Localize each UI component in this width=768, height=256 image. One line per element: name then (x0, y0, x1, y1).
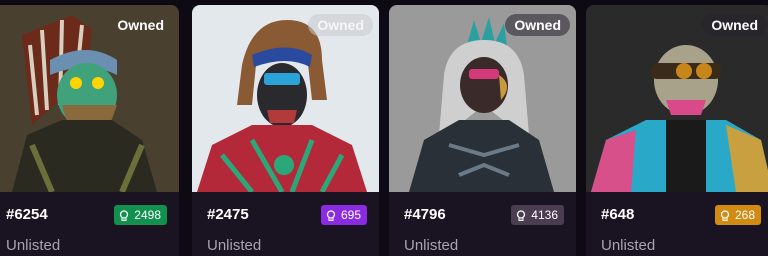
token-id: #4796 (404, 206, 446, 223)
listing-status: Unlisted (6, 237, 61, 254)
owned-badge: Owned (308, 14, 373, 36)
rank-badge: 268 (714, 205, 761, 225)
rank-value: 4136 (531, 208, 558, 222)
rank-value: 2498 (134, 208, 161, 222)
token-id: #6254 (6, 206, 48, 223)
rank-badge: 2498 (114, 205, 167, 225)
listing-status: Unlisted (207, 237, 262, 254)
medal-icon (120, 209, 129, 221)
nft-card[interactable]: Owned #648 268 Unlisted (586, 5, 768, 256)
rank-value: 268 (734, 208, 755, 222)
rank-value: 695 (340, 208, 361, 222)
token-id: #648 (601, 206, 635, 223)
nft-card[interactable]: Owned #6254 2498 Unlisted (0, 5, 179, 256)
nft-card[interactable]: Owned #2475 695 Unlisted (192, 5, 379, 256)
listing-status: Unlisted (601, 237, 656, 254)
rank-badge: 4136 (511, 205, 564, 225)
medal-icon (517, 209, 526, 221)
nft-card[interactable]: Owned #4796 4136 Unlisted (389, 5, 576, 256)
rank-badge: 695 (320, 205, 367, 225)
owned-badge: Owned (702, 14, 767, 36)
owned-badge: Owned (505, 14, 570, 36)
medal-icon (326, 209, 336, 221)
medal-icon (720, 209, 730, 221)
listing-status: Unlisted (404, 237, 459, 254)
nft-card-grid: Owned #6254 2498 Unlisted Owned #2475 69… (0, 0, 768, 256)
token-id: #2475 (207, 206, 249, 223)
owned-badge: Owned (117, 17, 164, 33)
